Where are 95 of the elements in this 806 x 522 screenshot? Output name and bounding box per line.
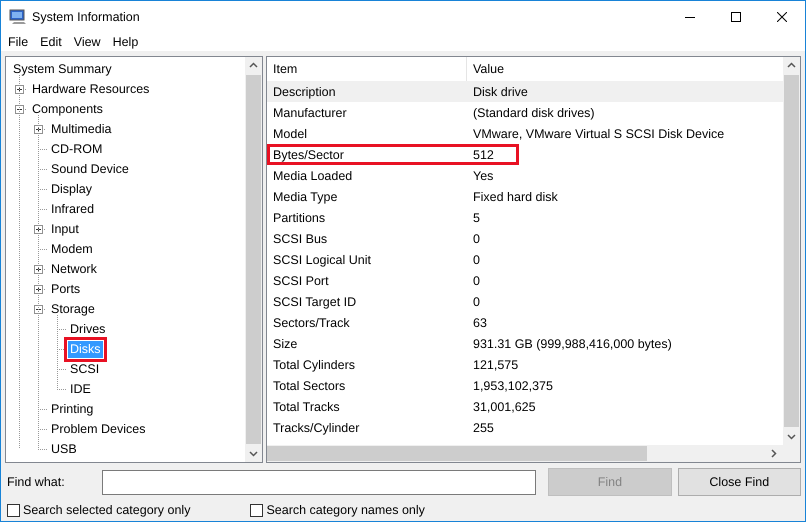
table-cell-text: Disk drive (472, 84, 528, 100)
table-row[interactable]: Total Sectors 1,953,102,375 (267, 375, 783, 396)
table-cell: Manufacturer (273, 106, 347, 120)
table-cell: SCSI Target ID (273, 294, 356, 308)
checkbox-label[interactable]: Search selected category only (23, 503, 190, 517)
table-cell-text: (Standard disk drives) (472, 104, 595, 122)
tree-item[interactable]: USB (49, 440, 79, 458)
table-cell-text: 31,001,625 (472, 398, 536, 416)
table-cell-text: 63 (472, 314, 487, 332)
table-cell: Bytes/Sector (273, 148, 344, 162)
table-row[interactable]: Media Type Fixed hard disk (267, 186, 783, 207)
table-row[interactable]: SCSI Port 0 (267, 270, 783, 291)
table-cell: 512 (467, 144, 519, 165)
table-cell: SCSI Bus (273, 232, 328, 246)
table-row[interactable]: Total Cylinders 121,575 (267, 354, 783, 375)
table-row[interactable]: Model VMware, VMware Virtual S SCSI Disk Device (267, 123, 783, 144)
expand-icon[interactable] (15, 84, 24, 94)
table-cell: Total Cylinders (273, 358, 355, 372)
table-row[interactable]: SCSI Bus 0 (267, 228, 783, 249)
collapse-icon[interactable] (34, 304, 43, 314)
computer-icon (9, 8, 27, 24)
find-label: Find what: (7, 475, 66, 489)
table-cell: Tracks/Cylinder (273, 420, 360, 434)
tree-item[interactable]: Infrared (49, 200, 96, 218)
table-row[interactable]: Description Disk drive (267, 81, 783, 102)
table-row[interactable]: Sectors/Track 63 (267, 312, 783, 333)
maximize-icon (731, 12, 741, 22)
checkbox[interactable] (7, 504, 20, 516)
table-cell-text: 1,953,102,375 (472, 378, 553, 394)
tree-item[interactable]: Components (30, 100, 105, 118)
menu-item[interactable]: Edit (34, 34, 68, 48)
table-cell-text: VMware, VMware Virtual S SCSI Disk Device (472, 126, 724, 142)
tree-item[interactable]: Ports (49, 280, 82, 298)
checkbox-label[interactable]: Search category names only (266, 503, 425, 517)
table-cell: SCSI Logical Unit (273, 252, 371, 266)
table-cell-text: 0 (472, 294, 480, 310)
expand-icon[interactable] (34, 264, 43, 274)
close-icon (777, 12, 787, 22)
table-cell-text: 5 (472, 210, 480, 226)
table-row[interactable]: Bytes/Sector 512 (267, 144, 783, 165)
tree-item[interactable]: Printing (49, 400, 96, 418)
scrollbar[interactable] (245, 57, 262, 462)
tree-item[interactable]: Sound Device (49, 160, 131, 178)
table-cell-text: 121,575 (472, 356, 518, 374)
table-cell-text: 931.31 GB (999,988,416,000 bytes) (472, 336, 672, 353)
find-field[interactable] (102, 470, 536, 494)
table-cell: Model (273, 126, 308, 140)
table-row[interactable]: Total Tracks 31,001,625 (267, 396, 783, 417)
table-row[interactable]: SCSI Target ID 0 (267, 291, 783, 312)
table-cell: Description (273, 84, 336, 98)
table-cell: Media Loaded (273, 168, 352, 182)
table-row[interactable]: Tracks/Cylinder 255 (267, 417, 783, 438)
table-row[interactable]: Size 931.31 GB (999,988,416,000 bytes) (267, 333, 783, 354)
tree-item[interactable]: CD-ROM (49, 140, 104, 158)
tree-item[interactable]: Drives (68, 320, 108, 338)
tree-item[interactable]: Problem Devices (49, 420, 148, 438)
table-cell: Partitions (273, 210, 326, 224)
table-row[interactable]: Partitions 5 (267, 207, 783, 228)
scrollbar[interactable] (783, 57, 800, 445)
table-cell: Total Sectors (273, 378, 346, 392)
tree-item[interactable]: Storage (49, 300, 97, 318)
table-cell: Size (273, 336, 298, 350)
tree-item[interactable]: Display (49, 180, 94, 198)
table-row[interactable]: Manufacturer (Standard disk drives) (267, 102, 783, 123)
table-row[interactable]: SCSI Logical Unit 0 (267, 249, 783, 270)
table-cell: Sectors/Track (273, 316, 350, 330)
menu-item[interactable]: Help (106, 34, 144, 48)
column-header[interactable]: Value (467, 57, 783, 81)
table-cell-text: 0 (472, 230, 480, 248)
close-find-button[interactable]: Close Find (678, 468, 801, 496)
table-cell-text: Yes (472, 168, 494, 184)
table-cell: Total Tracks (273, 400, 340, 414)
window-title: System Information (32, 10, 141, 24)
tree-item[interactable]: Multimedia (49, 120, 114, 138)
expand-icon[interactable] (34, 284, 43, 294)
table-row[interactable]: Media Loaded Yes (267, 165, 783, 186)
tree-item[interactable]: Modem (49, 240, 95, 258)
table-cell: SCSI Port (273, 274, 329, 288)
tree-item[interactable]: Network (49, 260, 99, 278)
tree-item[interactable]: System Summary (11, 60, 114, 78)
table-cell: Media Type (273, 190, 338, 204)
tree-item[interactable]: IDE (68, 380, 93, 398)
table-cell-text: 0 (472, 252, 480, 268)
expand-icon[interactable] (34, 224, 43, 234)
expand-icon[interactable] (34, 124, 43, 134)
menu-item[interactable]: View (68, 34, 107, 48)
tree-item[interactable]: SCSI (68, 360, 102, 378)
collapse-icon[interactable] (15, 104, 24, 114)
menu-item[interactable]: File (2, 34, 34, 48)
checkbox[interactable] (250, 504, 264, 516)
tree-item[interactable]: Hardware Resources (30, 80, 152, 98)
table-cell-text: 0 (472, 272, 480, 290)
tree-item[interactable]: Input (49, 220, 81, 238)
table-cell-text: 255 (472, 420, 494, 436)
table-cell-text: Fixed hard disk (472, 188, 558, 206)
